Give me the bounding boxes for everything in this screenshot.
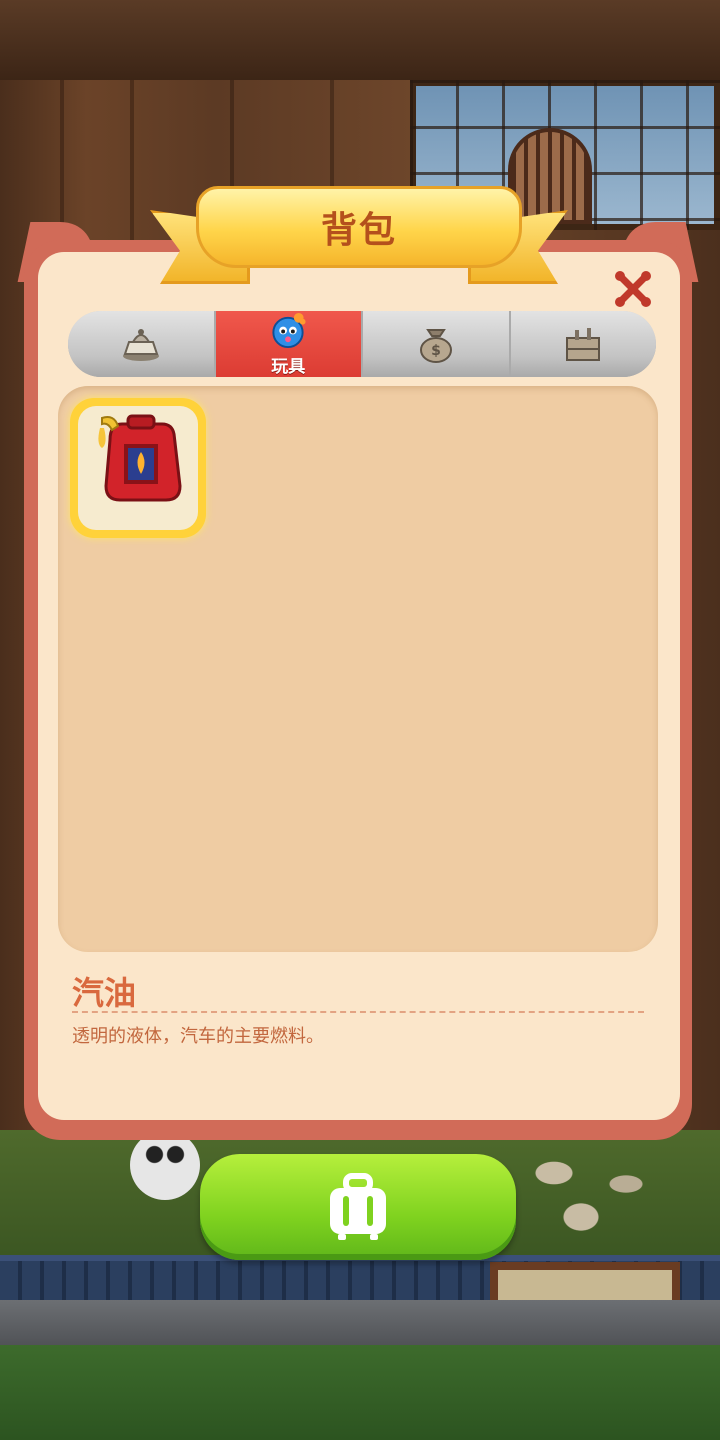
tab-toys[interactable]: 玩具 <box>215 311 363 377</box>
fuel-can-icon[interactable] <box>88 410 188 510</box>
close-icon <box>615 271 651 307</box>
close-button[interactable] <box>612 268 654 310</box>
svg-text:$: $ <box>431 343 441 359</box>
category-tabs: 玩具 $ <box>68 311 656 377</box>
divider <box>72 1011 644 1013</box>
money-bag-icon: $ <box>419 329 452 363</box>
cake-icon <box>122 329 159 361</box>
tab-toys-label: 玩具 <box>271 357 306 377</box>
item-description: 透明的液体，汽车的主要燃料。 <box>72 1026 324 1047</box>
panel-title: 背包 <box>320 210 397 251</box>
backpack-button[interactable] <box>200 1154 516 1260</box>
tab-money[interactable]: $ <box>363 311 511 377</box>
title-ribbon: 背包 <box>196 186 522 268</box>
stepping-stones <box>500 1140 680 1250</box>
toy-icon <box>272 312 306 349</box>
panda-character <box>130 1130 200 1200</box>
suitcase-icon <box>330 1173 386 1240</box>
item-name: 汽油 <box>72 974 137 1012</box>
grass <box>0 1345 720 1440</box>
house-roof <box>0 0 720 80</box>
stone-path <box>0 1300 720 1350</box>
crate-icon <box>566 328 601 361</box>
tab-materials[interactable] <box>510 311 656 377</box>
tab-food[interactable] <box>68 311 216 377</box>
